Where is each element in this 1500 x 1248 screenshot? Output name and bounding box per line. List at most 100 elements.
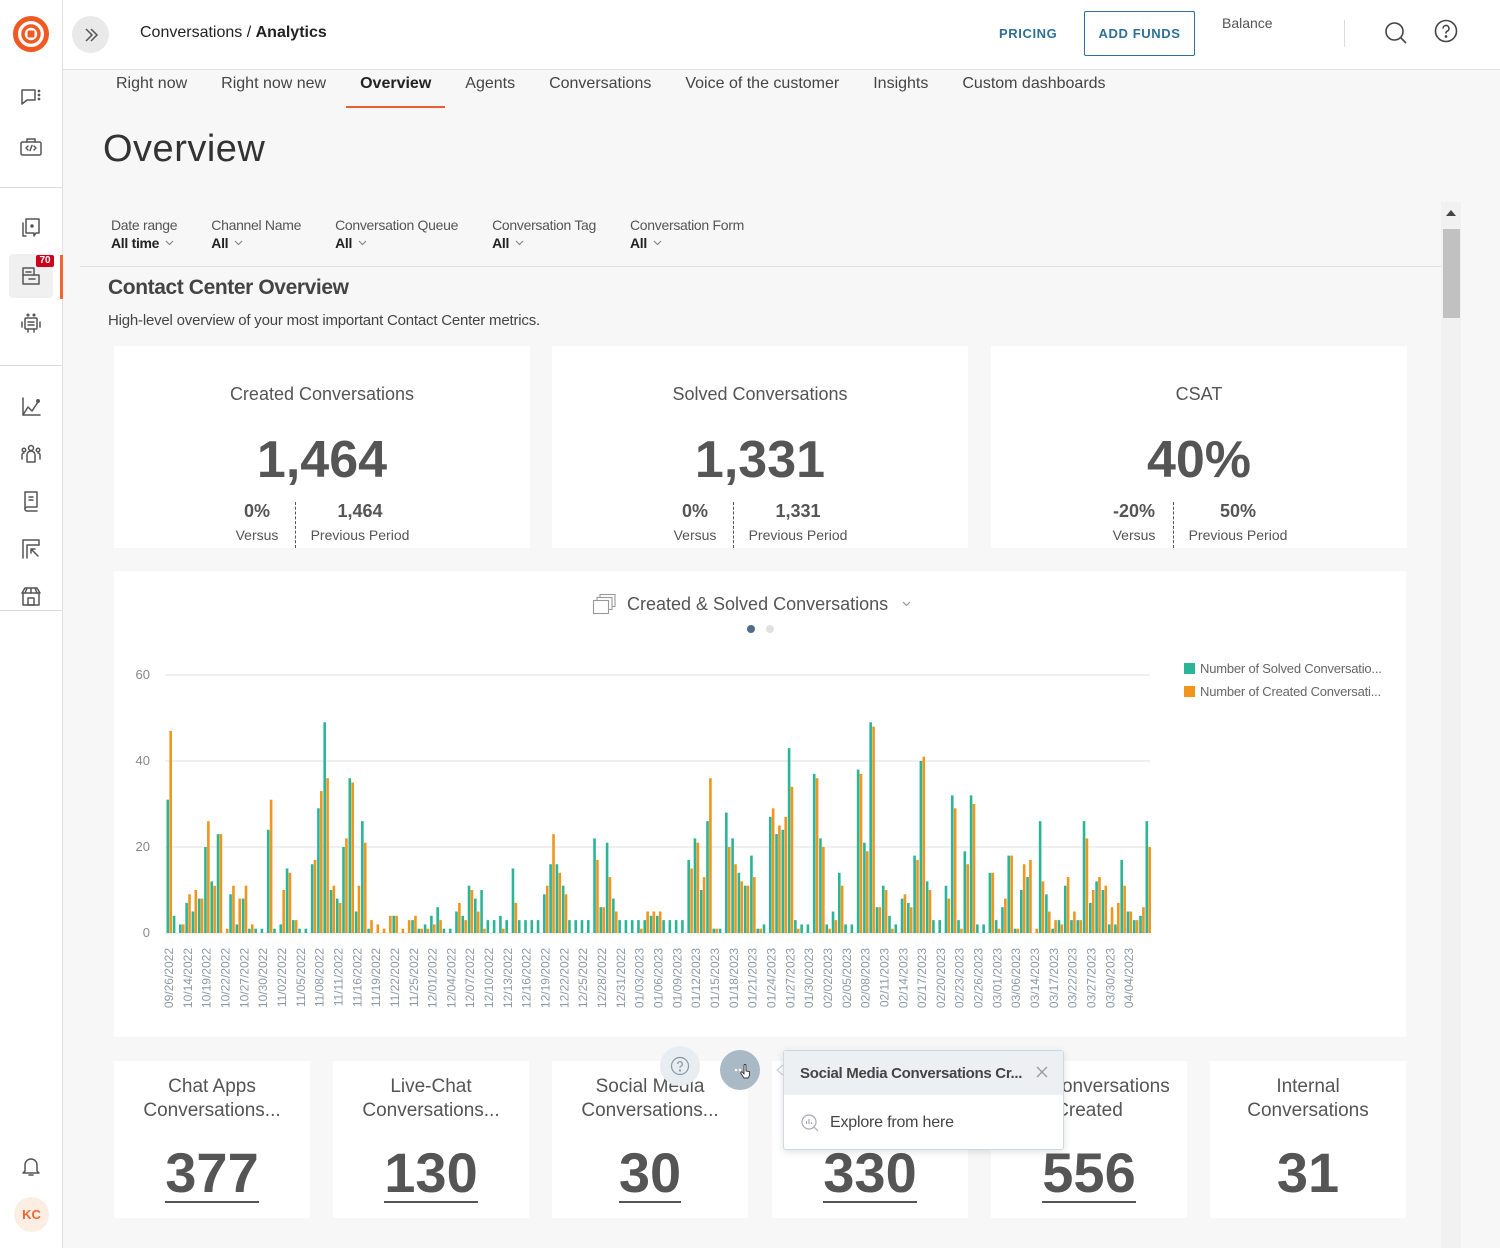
bar-created (991, 872, 995, 933)
channel-value-link[interactable]: 377 (165, 1145, 259, 1203)
bar-solved (292, 920, 295, 933)
filter-conversation-form[interactable]: Conversation Form All (630, 217, 744, 251)
kpi-versus-label: Versus (673, 527, 717, 543)
kpi-versus-label: Versus (1112, 527, 1156, 543)
more-dots-icon (734, 1064, 750, 1079)
bar-solved (335, 898, 339, 933)
bar-solved (543, 894, 546, 933)
x-tick-label: 10/22/2022 (218, 948, 232, 1008)
widget-help-button[interactable] (660, 1046, 700, 1086)
filter-date-range[interactable]: Date range All time (111, 217, 178, 251)
tab-custom-dashboards[interactable]: Custom dashboards (948, 70, 1119, 108)
bar-created (1148, 847, 1151, 933)
bar-solved (819, 838, 822, 933)
widget-more-button[interactable] (720, 1050, 760, 1090)
tab-voice-of-customer[interactable]: Voice of the customer (671, 70, 853, 108)
channel-value: 31 (1276, 1141, 1340, 1204)
user-avatar[interactable]: KC (14, 1197, 49, 1232)
bar-solved (517, 920, 521, 933)
scroll-up-arrow-icon[interactable] (1446, 210, 1456, 216)
breadcrumb-separator: / (242, 24, 256, 41)
sidebar-item-knowledge[interactable] (9, 479, 53, 523)
filter-conversation-queue[interactable]: Conversation Queue All (335, 217, 458, 251)
bar-solved (185, 902, 188, 933)
bar-solved (197, 898, 201, 933)
bar-solved (241, 898, 245, 933)
x-tick-label: 12/28/2022 (595, 948, 609, 1008)
scrollbar-thumb[interactable] (1443, 229, 1460, 318)
channel-card-internal: Internal Conversations 31 (1210, 1061, 1406, 1218)
tab-agents[interactable]: Agents (451, 70, 529, 108)
sidebar-item-frames[interactable] (9, 527, 53, 571)
tab-conversations[interactable]: Conversations (535, 70, 665, 108)
bar-created (401, 928, 405, 933)
carousel-dot[interactable] (766, 625, 774, 633)
channel-value-link[interactable]: 130 (384, 1145, 478, 1203)
tab-overview[interactable]: Overview (346, 70, 446, 108)
sidebar-item-analytics[interactable] (9, 385, 53, 429)
sidebar-item-inbox-copy[interactable] (9, 206, 53, 250)
explore-from-here-item[interactable]: Explore from here (784, 1095, 1063, 1133)
expand-sidebar-button[interactable] (72, 16, 109, 53)
legend-label: Number of Solved Conversatio... (1200, 661, 1382, 676)
channel-card-live-chat: Live-Chat Conversations... 130 (333, 1061, 529, 1218)
x-tick-label: 02/26/2023 (972, 948, 986, 1008)
legend-item-created[interactable]: Number of Created Conversati... (1184, 680, 1382, 703)
x-tick-label: 10/14/2022 (181, 948, 195, 1008)
bar-created (734, 864, 737, 933)
sidebar-item-contacts[interactable] (9, 432, 53, 476)
x-tick-label: 02/02/2023 (821, 948, 835, 1008)
chart-title-dropdown[interactable]: Created & Solved Conversations (592, 593, 911, 615)
bar-created (483, 928, 486, 933)
tab-right-now-new[interactable]: Right now new (207, 70, 340, 108)
bar-solved (837, 872, 841, 933)
search-button[interactable] (1383, 20, 1409, 46)
pricing-link[interactable]: PRICING (999, 26, 1057, 41)
channel-title-line2: Conversations... (362, 1100, 500, 1121)
notifications-button[interactable] (9, 1144, 53, 1188)
sidebar-item-developer[interactable] (9, 125, 53, 169)
sidebar-item-bots[interactable] (9, 302, 53, 346)
carousel-dot-active[interactable] (747, 625, 755, 633)
bar-solved (731, 838, 734, 933)
filter-conversation-tag[interactable]: Conversation Tag All (492, 217, 596, 251)
kpi-versus-value: -20% (1112, 501, 1156, 521)
filter-value: All (492, 235, 510, 251)
sidebar-item-conversations[interactable] (9, 76, 53, 120)
bar-created (420, 928, 424, 933)
bar-created (338, 902, 342, 933)
popup-close-button[interactable] (1035, 1065, 1049, 1079)
channel-value-link[interactable]: 556 (1042, 1145, 1136, 1203)
channel-value-link[interactable]: 30 (618, 1145, 682, 1203)
bar-solved (1095, 881, 1098, 933)
filter-value: All (630, 235, 647, 251)
x-tick-label: 03/22/2023 (1066, 948, 1080, 1008)
tab-right-now[interactable]: Right now (102, 70, 201, 108)
x-tick-label: 03/06/2023 (1009, 948, 1023, 1008)
robot-icon (21, 313, 41, 333)
tab-insights[interactable]: Insights (859, 70, 942, 108)
help-icon (1434, 19, 1458, 43)
sidebar-item-store[interactable] (9, 574, 53, 618)
sidebar-item-inbox[interactable]: 70 (9, 254, 54, 298)
bar-solved (1076, 920, 1080, 933)
add-funds-button[interactable]: ADD FUNDS (1084, 11, 1195, 56)
bar-created (740, 881, 744, 933)
brand-logo[interactable] (13, 16, 49, 52)
sidebar-divider (0, 610, 62, 611)
legend-item-solved[interactable]: Number of Solved Conversatio... (1184, 657, 1382, 680)
breadcrumb-parent[interactable]: Conversations (140, 24, 242, 41)
bar-created (244, 885, 248, 933)
filter-channel-name[interactable]: Channel Name All (211, 217, 301, 251)
channel-value-link[interactable]: 330 (823, 1145, 917, 1203)
bar-solved (1013, 928, 1017, 933)
bar-solved (725, 812, 728, 933)
bar-solved (750, 855, 753, 933)
help-button[interactable] (1433, 18, 1459, 44)
x-tick-label: 03/17/2023 (1047, 948, 1061, 1008)
bar-solved (806, 924, 810, 933)
channel-title-line1: Internal (1276, 1076, 1340, 1097)
bar-solved (204, 847, 207, 933)
dashboard-scrollbar[interactable] (1441, 202, 1461, 1248)
y-tick-label: 20 (136, 839, 150, 854)
